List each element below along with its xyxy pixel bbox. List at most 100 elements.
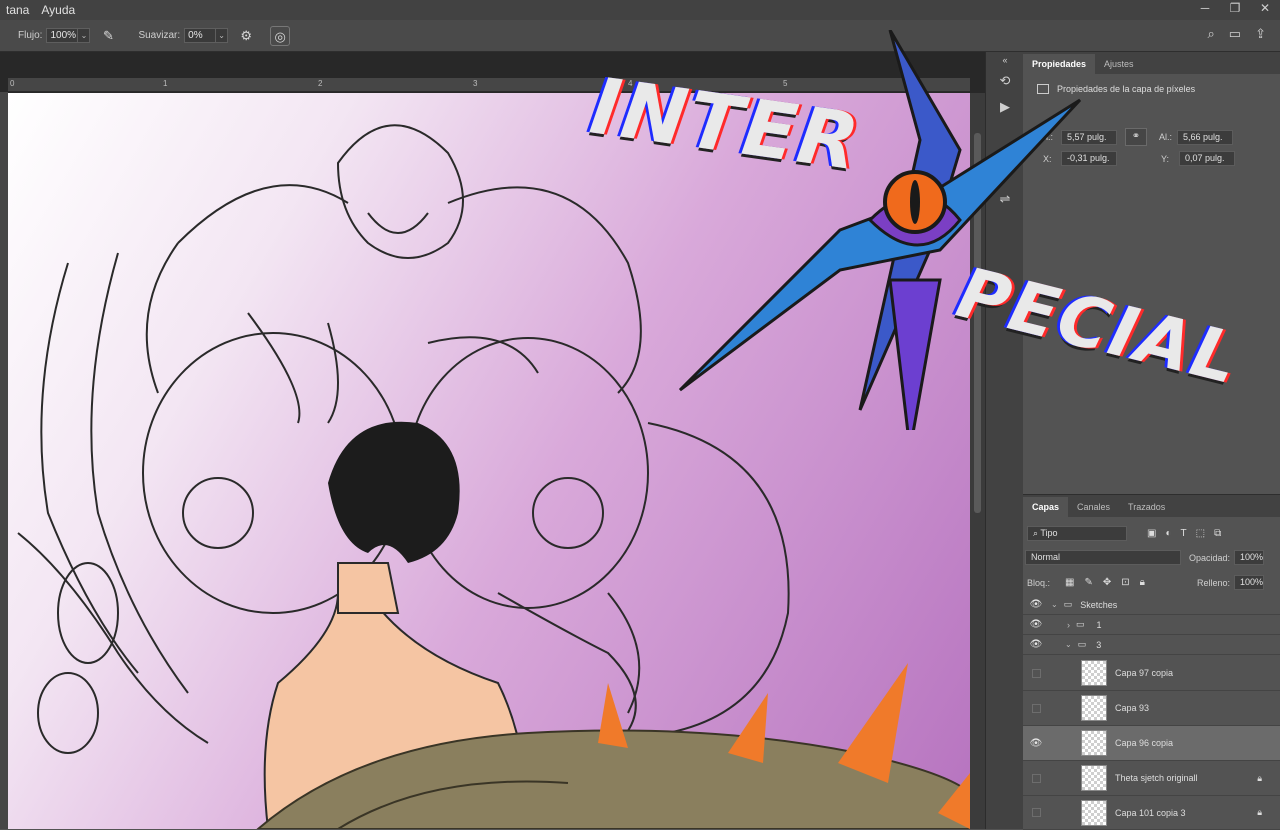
ruler-tick: 4 [628,79,633,88]
collapsed-chevron-icon[interactable]: › [1067,620,1070,630]
visibility-eye-icon[interactable]: 👁︎ [1023,639,1049,650]
layer-name: Theta sjetch originall [1115,773,1198,783]
filter-adjustment-icon[interactable]: ◐ [1165,528,1171,539]
folder-icon: ▭ [1076,619,1085,629]
height-field[interactable]: 5,66 pulg. [1177,129,1233,145]
menu-help[interactable]: Ayuda [35,3,81,17]
share-icon[interactable]: ⇪ [1255,26,1266,42]
filter-value: Tipo [1040,528,1058,538]
pressure-icon[interactable]: ◎ [270,25,291,46]
tab-paths[interactable]: Trazados [1119,497,1174,517]
layer-row-selected[interactable]: 👁︎ Capa 96 copia [1023,726,1280,761]
ruler-tick: 1 [163,79,168,88]
filter-shape-icon[interactable]: ⬚ [1196,528,1205,539]
lock-row: Bloq.: ▦ ✎ ✥ ⊡ 🔒︎ Relleno: 100% [1027,575,1264,590]
height-label: Al.: [1159,132,1173,142]
layer-name: Capa 96 copia [1115,738,1174,748]
close-icon[interactable]: ✕ [1250,0,1280,20]
scrollbar-thumb[interactable] [974,133,981,513]
collapse-icon[interactable]: « [986,52,1024,68]
blend-mode-select[interactable]: Normal [1025,550,1181,565]
visibility-eye-icon[interactable]: 👁︎ [1023,738,1049,749]
layer-group-sketches[interactable]: 👁︎ ⌄ ▭ Sketches [1023,595,1280,615]
filter-icons: ▣ ◐ T ⬚ ⧉ [1147,528,1221,539]
lock-artboard-icon[interactable]: ⊡ [1121,577,1129,588]
lock-paint-icon[interactable]: ✎ [1084,577,1092,588]
minimize-icon[interactable]: ─ [1190,0,1220,20]
tab-properties[interactable]: Propiedades [1023,54,1096,74]
layer-group-3[interactable]: 👁︎ ⌄ ▭ 3 [1023,635,1280,655]
layer-row[interactable]: Capa 97 copia [1023,656,1280,691]
layer-row[interactable]: Capa 101 copia 3 🔒︎ [1023,796,1280,830]
visibility-toggle[interactable] [1023,668,1049,678]
adjust-icon[interactable]: ⇌ [986,186,1024,212]
smooth-field[interactable]: 0% [184,28,217,43]
history-icon[interactable]: ⟲ [986,68,1024,94]
fill-field[interactable]: 100% [1233,575,1264,590]
folder-icon: ▭ [1063,599,1073,609]
expand-chevron-icon[interactable]: ⌄ [1051,600,1058,609]
visibility-eye-icon[interactable]: 👁︎ [1023,619,1049,630]
smooth-dropdown-icon[interactable]: ⌄ [216,28,229,43]
actions-icon[interactable]: ▶ [986,94,1024,120]
layer-name: Capa 101 copia 3 [1115,807,1186,818]
lock-label: Bloq.: [1027,577,1051,588]
filter-type-icon[interactable]: T [1181,528,1187,539]
vertical-scrollbar[interactable] [970,93,985,829]
width-label: An.: [1037,132,1054,142]
lock-transparency-icon[interactable]: ▦ [1065,577,1074,588]
lock-position-icon[interactable]: ✥ [1103,577,1111,588]
flow-dropdown-icon[interactable]: ⌄ [78,28,91,43]
gear-icon[interactable]: ⚙ [236,26,256,46]
layers-panel: Capas Canales Trazados ⌕ Tipo ▣ ◐ T ⬚ ⧉ … [1023,494,1280,830]
tab-adjustments[interactable]: Ajustes [1095,54,1143,74]
layer-row[interactable]: Capa 93 [1023,691,1280,726]
menu-window[interactable]: tana [0,3,35,17]
restore-icon[interactable]: ❐ [1220,0,1250,20]
vertical-ruler [0,92,8,829]
visibility-toggle[interactable] [1023,773,1049,783]
filter-smart-icon[interactable]: ⧉ [1214,528,1221,539]
visibility-eye-icon[interactable]: 👁︎ [1023,599,1049,610]
brush-settings-icon[interactable]: ✦ [986,160,1024,186]
lock-all-icon[interactable]: 🔒︎ [1140,577,1145,588]
fill-label: Relleno: [1196,577,1230,588]
smooth-label: Suavizar: [138,30,181,41]
layer-thumbnail [1081,799,1107,826]
window-controls: ─ ❐ ✕ [1190,0,1280,20]
tab-layers[interactable]: Capas [1023,497,1069,517]
ruler-tick: 2 [318,79,323,88]
menu-bar: tana Ayuda ─ ❐ ✕ [0,0,1280,20]
lock-icon: 🔒︎ [1257,772,1262,783]
x-field[interactable]: -0,31 pulg. [1061,151,1117,166]
lock-icon: 🔒︎ [1257,807,1262,817]
opacity-field[interactable]: 100% [1234,550,1265,565]
tab-channels[interactable]: Canales [1068,497,1119,517]
airbrush-icon[interactable]: ✎ [98,26,118,46]
properties-title: Propiedades de la capa de píxeles [1057,84,1196,94]
position-row: X: -0,31 pulg. Y: 0,07 pulg. [1043,151,1235,166]
layer-name: 3 [1096,639,1102,650]
folder-icon: ▭ [1077,639,1087,649]
filter-pixel-icon[interactable]: ▣ [1147,528,1156,539]
y-field[interactable]: 0,07 pulg. [1179,151,1235,166]
x-label: X: [1043,153,1052,164]
layer-group-1[interactable]: 👁︎ › ▭ 1 [1023,615,1280,635]
panel-dock-strip: « ⟲ ▶ ✦ ⇌ [985,52,1023,829]
document-canvas[interactable] [8,93,970,829]
layer-name: Capa 93 [1115,703,1150,713]
blend-row: Normal Opacidad: 100% [1025,550,1265,565]
canvas-area: 0 1 2 3 4 5 [0,52,985,829]
visibility-toggle[interactable] [1023,703,1049,713]
search-icon[interactable]: ⌕ [1208,26,1215,42]
layer-filter-select[interactable]: ⌕ Tipo [1027,526,1127,541]
visibility-toggle[interactable] [1023,808,1049,817]
layer-name: Sketches [1080,599,1118,610]
layer-row[interactable]: Theta sjetch originall 🔒︎ [1023,761,1280,796]
link-dimensions-icon[interactable]: ⚭ [1125,128,1147,146]
workspace-icon[interactable]: ▭ [1229,26,1241,42]
flow-field[interactable]: 100% [46,28,79,43]
width-field[interactable]: 5,57 pulg. [1061,129,1117,145]
artwork-drawing [17,124,970,829]
expand-chevron-icon[interactable]: ⌄ [1065,640,1072,649]
